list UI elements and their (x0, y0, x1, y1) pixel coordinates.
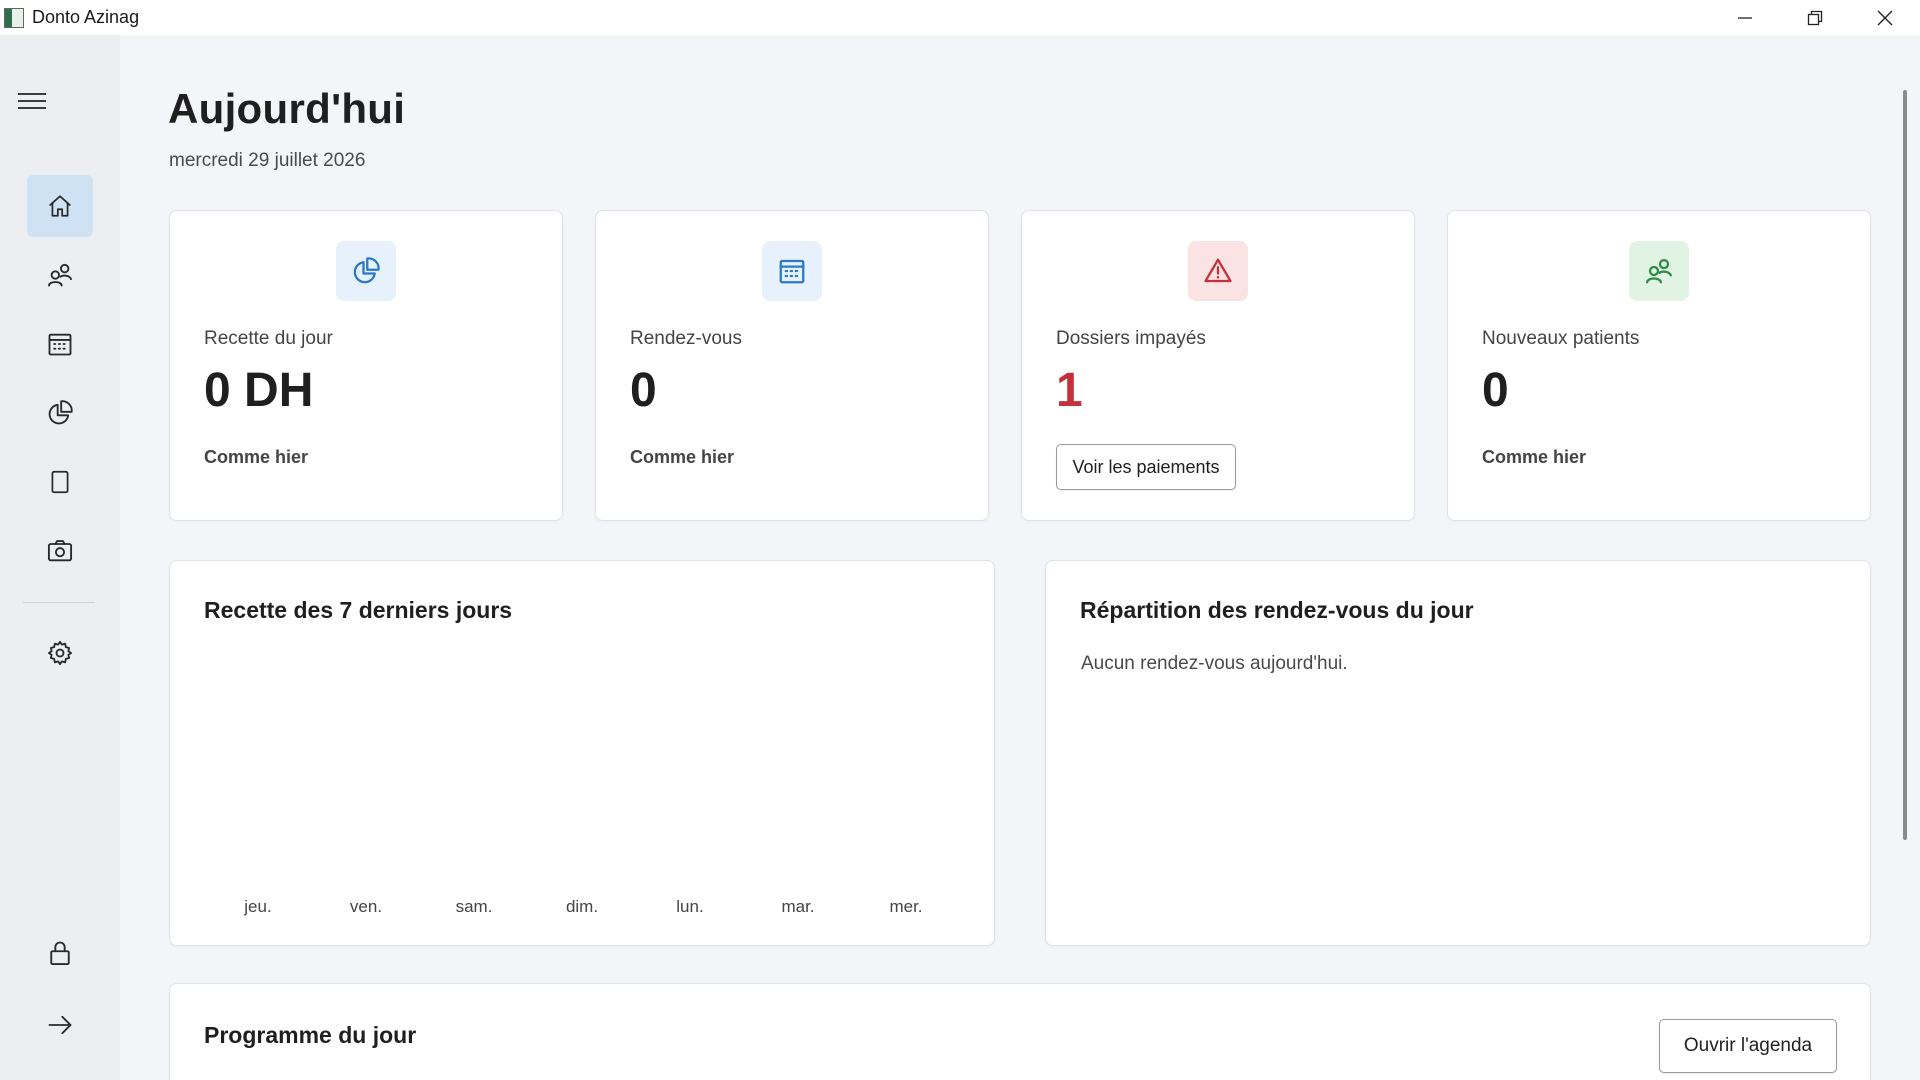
stat-card-unpaid: Dossiers impayés 1 Voir les paiements (1021, 210, 1415, 521)
revenue-chart-card: Recette des 7 derniers jours jeu. ven. s… (169, 560, 995, 946)
nav-item-settings[interactable] (27, 622, 93, 684)
x-tick-label: jeu. (244, 897, 272, 916)
sidebar (0, 35, 120, 1080)
page-date: mercredi 29 juillet 2026 (169, 150, 366, 171)
program-card: Programme du jour Ouvrir l'agenda (169, 983, 1871, 1080)
close-icon (1877, 10, 1893, 25)
stat-comparison: Comme hier (1482, 447, 1587, 467)
title-bar: Donto Azinag (0, 0, 1920, 35)
stat-label: Recette du jour (204, 328, 333, 349)
restore-icon (1807, 10, 1823, 25)
stat-icon-box (762, 241, 822, 301)
nav-item-statistics[interactable] (27, 382, 93, 444)
nav-item-home[interactable] (27, 175, 93, 237)
stat-value: 0 DH (204, 364, 314, 417)
calendar-icon (779, 259, 805, 284)
stat-label: Dossiers impayés (1056, 328, 1206, 349)
empty-state-text: Aucun rendez-vous aujourd'hui. (1081, 653, 1348, 674)
nav-divider (23, 602, 95, 603)
restore-button[interactable] (1780, 0, 1850, 35)
x-tick-label: ven. (349, 897, 383, 916)
warning-icon (1204, 258, 1232, 283)
pie-chart-icon (48, 400, 73, 425)
hamburger-icon (18, 93, 46, 109)
main-content: Aujourd'hui mercredi 29 juillet 2026 Rec… (120, 35, 1910, 1080)
program-title: Programme du jour (204, 1022, 417, 1048)
open-agenda-button[interactable]: Ouvrir l'agenda (1659, 1019, 1837, 1073)
lock-icon (50, 941, 70, 966)
stat-card-new-patients: Nouveaux patients 0 Comme hier (1447, 210, 1871, 521)
stat-comparison: Comme hier (630, 447, 735, 467)
document-icon (51, 470, 69, 494)
app-icon (4, 7, 24, 28)
home-icon (49, 195, 71, 217)
patients-icon (47, 263, 73, 287)
stat-icon-box (1629, 241, 1689, 301)
stat-card-revenue: Recette du jour 0 DH Comme hier (169, 210, 563, 521)
menu-toggle-button[interactable] (16, 85, 48, 117)
stat-comparison: Comme hier (204, 447, 309, 467)
lock-button[interactable] (27, 922, 93, 984)
appointments-breakdown-card: Répartition des rendez-vous du jour Aucu… (1045, 560, 1871, 946)
stat-icon-box (336, 241, 396, 301)
revenue-bars (204, 651, 962, 891)
stat-icon-box (1188, 241, 1248, 301)
view-payments-button[interactable]: Voir les paiements (1056, 444, 1236, 490)
chart-x-axis: jeu. ven. sam. dim. lun. mar. mer. (204, 897, 960, 917)
x-tick-label: sam. (455, 897, 493, 916)
patients-icon (1646, 258, 1672, 284)
revenue-chart-title: Recette des 7 derniers jours (204, 597, 513, 623)
calendar-icon (48, 333, 72, 356)
x-tick-label: lun. (676, 897, 704, 916)
stat-value: 1 (1056, 364, 1083, 417)
minimize-icon (1738, 16, 1752, 19)
window-title: Donto Azinag (32, 7, 140, 27)
x-tick-label: mer. (889, 897, 923, 916)
pie-chart-icon (353, 257, 380, 284)
x-tick-label: mar. (781, 897, 815, 916)
stat-value: 0 (630, 364, 657, 417)
stat-label: Nouveaux patients (1482, 328, 1640, 349)
gear-icon (47, 640, 73, 666)
scrollbar[interactable] (1903, 90, 1907, 840)
stat-label: Rendez-vous (630, 328, 742, 349)
stat-card-appointments: Rendez-vous 0 Comme hier (595, 210, 989, 521)
camera-icon (47, 540, 73, 562)
nav-item-documents[interactable] (27, 451, 93, 513)
breakdown-title: Répartition des rendez-vous du jour (1080, 597, 1474, 623)
close-button[interactable] (1850, 0, 1920, 35)
minimize-button[interactable] (1710, 0, 1780, 35)
page-title: Aujourd'hui (168, 85, 406, 132)
arrow-right-icon (48, 1015, 72, 1035)
nav-item-patients[interactable] (27, 244, 93, 306)
x-tick-label: dim. (565, 897, 599, 916)
stat-value: 0 (1482, 364, 1509, 417)
nav-item-calendar[interactable] (27, 313, 93, 375)
logout-button[interactable] (27, 994, 93, 1056)
nav-item-imaging[interactable] (27, 520, 93, 582)
